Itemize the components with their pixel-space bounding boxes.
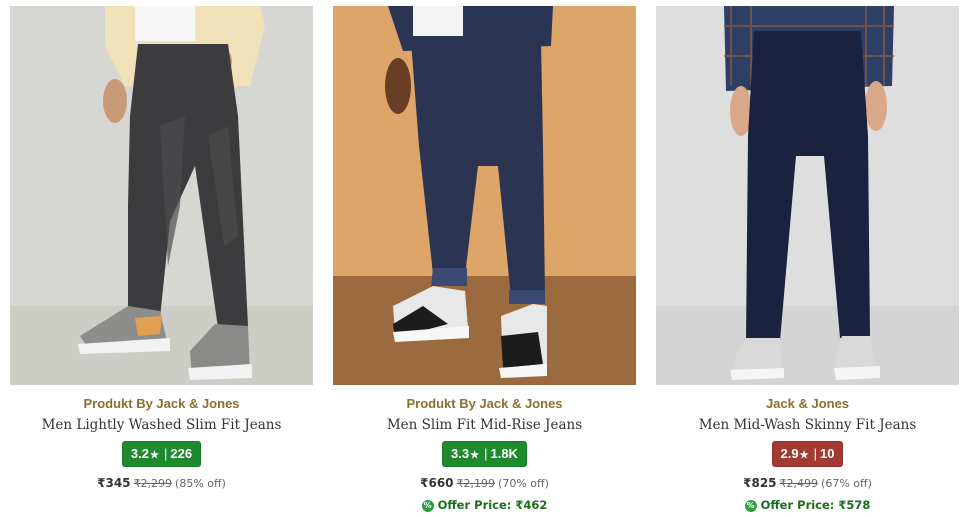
mrp-price: ₹2,199: [456, 477, 496, 490]
star-icon: ★: [150, 450, 159, 461]
rating-badge: 3.2★ | 226: [121, 441, 202, 467]
jeans-photo-icon: [10, 6, 313, 385]
product-brand[interactable]: Jack & Jones: [656, 396, 959, 411]
rating-value: 2.9: [780, 446, 799, 461]
product-name[interactable]: Men Mid-Wash Skinny Fit Jeans: [656, 417, 959, 433]
review-count: 1.8K: [490, 446, 518, 461]
product-image[interactable]: [656, 6, 959, 385]
jeans-photo-icon: [656, 6, 959, 385]
rating-row: 2.9★ | 10: [656, 441, 959, 467]
sale-price: ₹825: [743, 476, 777, 490]
product-name[interactable]: Men Slim Fit Mid-Rise Jeans: [333, 417, 636, 433]
price-row: ₹825 ₹2,499 (67% off): [656, 476, 959, 490]
rating-value: 3.3: [451, 446, 470, 461]
rating-separator: |: [813, 446, 817, 461]
product-grid: Produkt By Jack & Jones Men Lightly Wash…: [10, 6, 960, 517]
mrp-price: ₹2,299: [133, 477, 173, 490]
rating-row: 3.3★ | 1.8K: [333, 441, 636, 467]
star-icon: ★: [470, 450, 480, 461]
rating-badge: 2.9★ | 10: [771, 441, 844, 467]
offer-price-label: Offer Price: ₹462: [437, 498, 548, 512]
mrp-price: ₹2,499: [779, 477, 819, 490]
price-row: ₹345 ₹2,299 (85% off): [10, 476, 313, 490]
sale-price: ₹660: [420, 476, 454, 490]
price-row: ₹660 ₹2,199 (70% off): [333, 476, 636, 490]
rating-badge: 3.3★ | 1.8K: [442, 441, 527, 467]
product-card[interactable]: Produkt By Jack & Jones Men Slim Fit Mid…: [333, 6, 636, 517]
rating-value: 3.2: [130, 446, 149, 461]
product-image[interactable]: [10, 6, 313, 385]
offer-percent-icon: %: [421, 500, 434, 512]
discount-text: (70% off): [498, 477, 549, 490]
star-icon: ★: [799, 450, 809, 461]
product-brand[interactable]: Produkt By Jack & Jones: [10, 396, 313, 411]
offer-price: % Offer Price: ₹578: [656, 498, 959, 512]
offer-percent-icon: %: [744, 500, 757, 512]
product-image[interactable]: [333, 6, 636, 385]
discount-text: (85% off): [175, 477, 226, 490]
sale-price: ₹345: [97, 476, 131, 490]
product-card[interactable]: Jack & Jones Men Mid-Wash Skinny Fit Jea…: [656, 6, 959, 517]
product-card[interactable]: Produkt By Jack & Jones Men Lightly Wash…: [10, 6, 313, 517]
review-count: 10: [819, 446, 835, 461]
review-count: 226: [170, 446, 193, 461]
rating-separator: |: [484, 446, 488, 461]
discount-text: (67% off): [821, 477, 872, 490]
product-brand[interactable]: Produkt By Jack & Jones: [333, 396, 636, 411]
jeans-photo-icon: [333, 6, 636, 385]
rating-separator: |: [163, 446, 168, 461]
product-name[interactable]: Men Lightly Washed Slim Fit Jeans: [10, 417, 313, 433]
offer-price: % Offer Price: ₹462: [333, 498, 636, 512]
rating-row: 3.2★ | 226: [10, 441, 313, 467]
offer-price-label: Offer Price: ₹578: [760, 498, 871, 512]
